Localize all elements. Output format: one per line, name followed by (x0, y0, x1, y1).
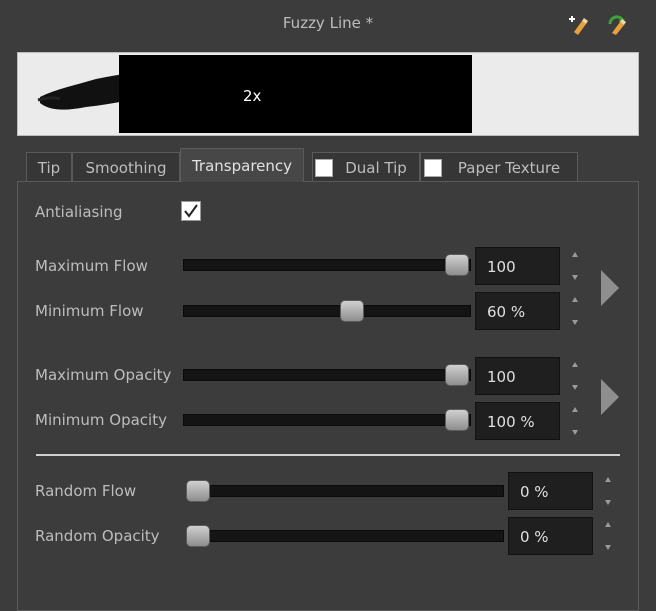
paper-texture-checkbox[interactable] (424, 159, 442, 177)
dual-tip-checkbox[interactable] (315, 159, 333, 177)
antialiasing-checkbox[interactable] (181, 201, 201, 221)
maximum-flow-slider-handle[interactable] (445, 254, 469, 276)
tab-smoothing[interactable]: Smoothing (72, 152, 180, 182)
minimum-flow-spinner[interactable] (570, 294, 580, 328)
tab-label: Paper Texture (457, 159, 561, 177)
maximum-opacity-value[interactable]: 100 (475, 357, 560, 395)
minimum-flow-slider[interactable] (183, 305, 471, 317)
minimum-opacity-value[interactable]: 100 % (475, 402, 560, 440)
minimum-opacity-slider-handle[interactable] (445, 409, 469, 431)
minimum-flow-slider-handle[interactable] (340, 300, 364, 322)
tab-label: Transparency (191, 157, 293, 175)
tab-label: Tip (37, 159, 61, 177)
tab-transparency[interactable]: Transparency (180, 148, 304, 182)
minimum-opacity-spinner[interactable] (570, 404, 580, 438)
minimum-flow-label: Minimum Flow (35, 302, 144, 320)
checkmark-icon (184, 204, 198, 218)
tab-label: Smoothing (85, 159, 167, 177)
random-flow-spinner[interactable] (603, 474, 613, 508)
flow-curve-arrow-icon[interactable] (599, 268, 621, 308)
new-brush-icon[interactable] (566, 14, 588, 36)
tab-paper-texture[interactable]: Paper Texture (420, 152, 578, 182)
window-title: Fuzzy Line * (282, 14, 374, 32)
maximum-flow-slider[interactable] (183, 259, 471, 271)
random-opacity-spinner[interactable] (603, 519, 613, 553)
random-flow-slider-handle[interactable] (186, 480, 210, 502)
brush-preview: 2x (17, 52, 639, 136)
preview-zoom-label: 2x (243, 87, 262, 105)
maximum-opacity-spinner[interactable] (570, 359, 580, 393)
random-opacity-slider-handle[interactable] (186, 525, 210, 547)
section-divider (36, 454, 620, 456)
maximum-opacity-slider-handle[interactable] (445, 364, 469, 386)
random-flow-value[interactable]: 0 % (508, 472, 593, 510)
maximum-opacity-label: Maximum Opacity (35, 366, 172, 384)
preview-zoom-area (119, 55, 472, 133)
minimum-opacity-slider[interactable] (183, 414, 471, 426)
random-flow-label: Random Flow (35, 482, 137, 500)
random-opacity-value[interactable]: 0 % (508, 517, 593, 555)
tab-tip[interactable]: Tip (26, 152, 72, 182)
tab-label: Dual Tip (345, 159, 407, 177)
tab-dual-tip[interactable]: Dual Tip (312, 152, 420, 182)
opacity-curve-arrow-icon[interactable] (599, 377, 621, 417)
minimum-opacity-label: Minimum Opacity (35, 411, 167, 429)
antialiasing-label: Antialiasing (35, 203, 123, 221)
maximum-opacity-slider[interactable] (183, 369, 471, 381)
reset-brush-icon[interactable] (606, 14, 628, 36)
maximum-flow-value[interactable]: 100 (475, 247, 560, 285)
random-flow-slider[interactable] (186, 485, 504, 497)
maximum-flow-spinner[interactable] (570, 249, 580, 283)
random-opacity-label: Random Opacity (35, 527, 160, 545)
maximum-flow-label: Maximum Flow (35, 257, 148, 275)
minimum-flow-value[interactable]: 60 % (475, 292, 560, 330)
random-opacity-slider[interactable] (186, 530, 504, 542)
